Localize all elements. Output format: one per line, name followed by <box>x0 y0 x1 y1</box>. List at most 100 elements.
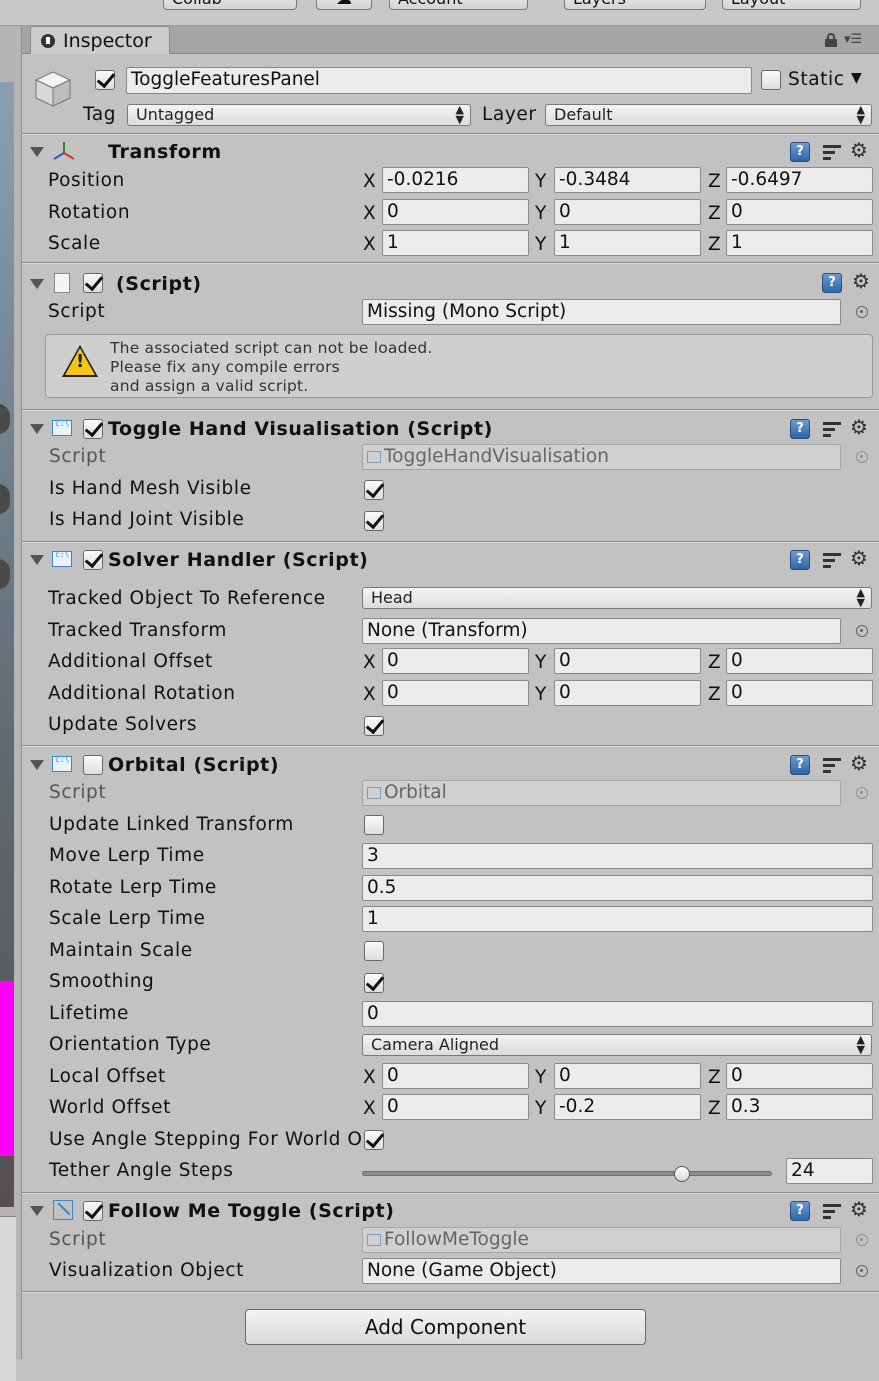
update-solvers-checkbox[interactable] <box>364 716 384 736</box>
gameobject-name-field[interactable]: ToggleFeaturesPanel <box>126 67 752 94</box>
help-icon[interactable]: ? <box>822 273 842 293</box>
gear-icon[interactable]: ⚙ <box>850 1199 868 1219</box>
hand-mesh-checkbox[interactable] <box>364 480 384 500</box>
additional-offset-x-field[interactable]: 0 <box>382 648 529 674</box>
transform-title[interactable]: Transform <box>108 140 222 164</box>
follow-me-title[interactable]: Follow Me Toggle (Script) <box>108 1199 395 1223</box>
cloud-button[interactable]: ☁ <box>316 0 372 10</box>
orbital-title[interactable]: Orbital (Script) <box>108 753 279 777</box>
angle-stepping-checkbox[interactable] <box>364 1130 384 1150</box>
layers-dropdown[interactable]: Layers <box>564 0 706 10</box>
account-dropdown[interactable]: Account <box>389 0 528 10</box>
scale-y-field[interactable]: 1 <box>554 230 701 256</box>
object-picker-icon[interactable] <box>856 1265 868 1277</box>
solver-handler-enabled-checkbox[interactable] <box>83 550 103 570</box>
scale-z-field[interactable]: 1 <box>726 230 873 256</box>
transform-foldout-icon[interactable] <box>30 147 44 157</box>
layer-dropdown[interactable]: Default ▲ ▼ <box>545 104 872 126</box>
help-icon[interactable]: ? <box>790 1201 810 1221</box>
toggle-hand-script-field: ToggleHandVisualisation <box>362 444 841 470</box>
follow-me-enabled-checkbox[interactable] <box>83 1201 103 1221</box>
follow-me-foldout-icon[interactable] <box>30 1206 44 1216</box>
scene-scroll-rail[interactable] <box>0 1216 16 1381</box>
solver-handler-foldout-icon[interactable] <box>30 555 44 565</box>
gear-icon[interactable]: ⚙ <box>850 140 868 160</box>
missing-script-enabled-checkbox[interactable] <box>83 273 103 293</box>
local-offset-z-field[interactable]: 0 <box>726 1063 873 1089</box>
world-offset-z-field[interactable]: 0.3 <box>726 1094 873 1120</box>
scale-lerp-field[interactable]: 1 <box>362 906 873 932</box>
gear-icon[interactable]: ⚙ <box>850 417 868 437</box>
solver-handler-title[interactable]: Solver Handler (Script) <box>108 548 368 572</box>
updown-arrows-icon: ▲ ▼ <box>856 1033 865 1056</box>
gear-icon[interactable]: ⚙ <box>852 271 870 291</box>
toggle-hand-title[interactable]: Toggle Hand Visualisation (Script) <box>108 417 493 441</box>
presets-icon[interactable] <box>823 143 841 161</box>
toggle-hand-foldout-icon[interactable] <box>30 424 44 434</box>
local-offset-x-field[interactable]: 0 <box>382 1063 529 1089</box>
tether-angle-slider-handle[interactable] <box>673 1166 690 1182</box>
toggle-hand-enabled-checkbox[interactable] <box>83 419 103 439</box>
axis-x-label: X <box>363 652 376 673</box>
tab-inspector[interactable]: Inspector <box>30 26 170 54</box>
collab-button[interactable]: Collab <box>163 0 297 10</box>
gear-icon[interactable]: ⚙ <box>850 753 868 773</box>
tracked-ref-dropdown[interactable]: Head ▲ ▼ <box>362 587 872 609</box>
lifetime-field[interactable]: 0 <box>362 1001 873 1027</box>
missing-script-title[interactable]: (Script) <box>116 272 202 296</box>
position-y-field[interactable]: -0.3484 <box>554 167 701 193</box>
presets-icon[interactable] <box>823 756 841 774</box>
orientation-type-label: Orientation Type <box>49 1034 212 1055</box>
world-offset-x-field[interactable]: 0 <box>382 1094 529 1120</box>
help-icon[interactable]: ? <box>790 550 810 570</box>
tether-angle-slider[interactable] <box>362 1171 772 1176</box>
axis-x-label: X <box>363 1098 376 1119</box>
maintain-scale-checkbox[interactable] <box>364 941 384 961</box>
static-dropdown-arrow-icon[interactable]: ▼ <box>851 70 862 86</box>
static-checkbox[interactable] <box>761 70 781 90</box>
gear-icon[interactable]: ⚙ <box>850 548 868 568</box>
additional-rotation-x-field[interactable]: 0 <box>382 680 529 706</box>
object-picker-icon[interactable] <box>856 625 868 637</box>
additional-rotation-y-field[interactable]: 0 <box>554 680 701 706</box>
additional-rotation-z-field[interactable]: 0 <box>726 680 873 706</box>
world-offset-y-field[interactable]: -0.2 <box>554 1094 701 1120</box>
menu-icon[interactable]: ▾☰ <box>844 32 862 47</box>
missing-script-field[interactable]: Missing (Mono Script) <box>362 299 841 325</box>
object-picker-icon[interactable] <box>856 306 868 318</box>
scale-x-field[interactable]: 1 <box>382 230 529 256</box>
presets-icon[interactable] <box>823 551 841 569</box>
tracked-transform-field[interactable]: None (Transform) <box>362 618 841 644</box>
lock-icon[interactable] <box>825 33 837 47</box>
missing-script-foldout-icon[interactable] <box>30 279 44 289</box>
position-x-field[interactable]: -0.0216 <box>382 167 529 193</box>
rotate-lerp-field[interactable]: 0.5 <box>362 875 873 901</box>
rotation-z-field[interactable]: 0 <box>726 199 873 225</box>
additional-offset-y-field[interactable]: 0 <box>554 648 701 674</box>
additional-offset-label: Additional Offset <box>48 651 213 672</box>
help-icon[interactable]: ? <box>790 419 810 439</box>
tag-dropdown[interactable]: Untagged ▲ ▼ <box>127 104 471 126</box>
presets-icon[interactable] <box>823 1202 841 1220</box>
add-component-button[interactable]: Add Component <box>245 1309 646 1345</box>
layout-dropdown[interactable]: Layout <box>722 0 861 10</box>
rotation-x-field[interactable]: 0 <box>382 199 529 225</box>
updown-arrows-icon: ▲ ▼ <box>856 103 865 126</box>
rotation-y-field[interactable]: 0 <box>554 199 701 225</box>
position-z-field[interactable]: -0.6497 <box>726 167 873 193</box>
hand-joint-checkbox[interactable] <box>364 511 384 531</box>
tether-angle-field[interactable]: 24 <box>786 1158 873 1184</box>
orientation-type-dropdown[interactable]: Camera Aligned ▲ ▼ <box>362 1034 872 1056</box>
help-icon[interactable]: ? <box>790 142 810 162</box>
presets-icon[interactable] <box>823 420 841 438</box>
orbital-enabled-checkbox[interactable] <box>83 755 103 775</box>
smoothing-checkbox[interactable] <box>364 973 384 993</box>
help-icon[interactable]: ? <box>790 755 810 775</box>
orbital-foldout-icon[interactable] <box>30 760 44 770</box>
additional-offset-z-field[interactable]: 0 <box>726 648 873 674</box>
move-lerp-field[interactable]: 3 <box>362 843 873 869</box>
local-offset-y-field[interactable]: 0 <box>554 1063 701 1089</box>
gameobject-active-checkbox[interactable] <box>95 70 115 90</box>
visualization-object-field[interactable]: None (Game Object) <box>362 1258 841 1284</box>
update-linked-checkbox[interactable] <box>364 815 384 835</box>
